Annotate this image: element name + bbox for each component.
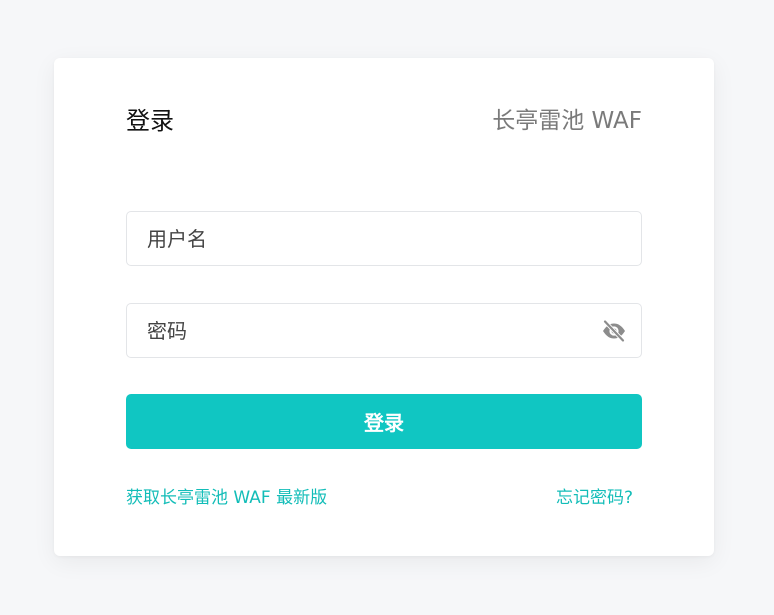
username-field — [126, 211, 642, 266]
password-input[interactable] — [127, 304, 641, 357]
forgot-password-link[interactable]: 忘记密码? — [556, 485, 633, 511]
page-title: 登录 — [126, 107, 174, 135]
brand-name: 长亭雷池 WAF — [492, 108, 642, 134]
eye-off-icon[interactable] — [601, 319, 627, 343]
username-input[interactable] — [127, 212, 641, 265]
download-latest-link[interactable]: 获取长亭雷池 WAF 最新版 — [126, 485, 327, 511]
login-card: 登录 长亭雷池 WAF 登录 获取长亭雷池 WAF 最新版 忘记密码? — [54, 58, 714, 556]
password-field — [126, 303, 642, 358]
login-button[interactable]: 登录 — [126, 394, 642, 449]
